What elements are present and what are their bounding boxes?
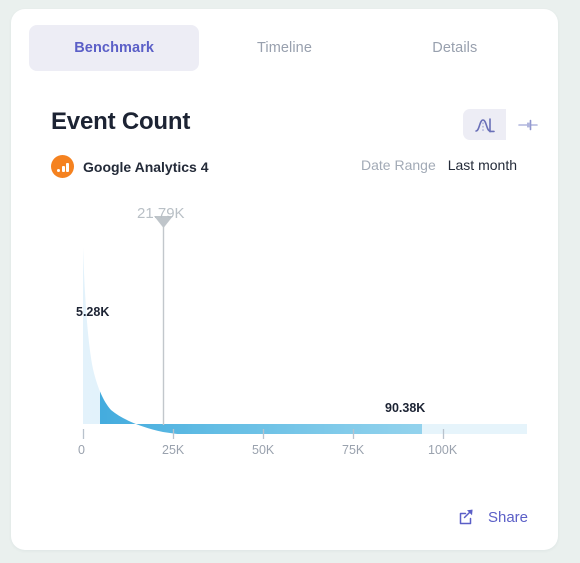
share-label: Share — [487, 509, 528, 526]
benchmark-card: Benchmark Timeline Details Event Count G… — [11, 9, 558, 550]
tab-timeline[interactable]: Timeline — [199, 25, 369, 71]
tab-bar: Benchmark Timeline Details — [29, 25, 540, 71]
google-analytics-icon — [51, 155, 74, 178]
page-title: Event Count — [51, 108, 191, 135]
share-icon — [459, 509, 473, 525]
distribution-curve-icon — [474, 117, 495, 132]
view-toggle-group — [463, 109, 549, 140]
axis-tick-100k: 100K — [428, 443, 458, 457]
chart-area-lower-tail — [83, 247, 100, 424]
tab-details[interactable]: Details — [370, 25, 540, 71]
axis-tick-25k: 25K — [162, 443, 185, 457]
toggle-boxplot-view[interactable] — [506, 109, 549, 140]
toggle-distribution-view[interactable] — [463, 109, 506, 140]
box-plot-icon — [517, 119, 538, 130]
share-button[interactable]: Share — [458, 508, 528, 527]
tab-benchmark[interactable]: Benchmark — [29, 25, 200, 71]
upper-bound-label: 90.38K — [385, 401, 426, 415]
date-range-label: Date Range — [361, 157, 436, 173]
axis-tick-0: 0 — [78, 443, 85, 457]
axis-tick-50k: 50K — [252, 443, 275, 457]
lower-bound-label: 5.28K — [76, 305, 110, 319]
percentile-marker-label: 21.79K — [137, 205, 185, 222]
tab-details-label: Details — [432, 40, 478, 56]
tab-timeline-label: Timeline — [256, 40, 313, 56]
distribution-chart: 0 25K 50K 75K 100K — [11, 194, 558, 469]
date-range: Date Range Last month — [361, 157, 517, 173]
chart-area-upper-tail — [422, 424, 527, 434]
date-range-value[interactable]: Last month — [448, 157, 517, 173]
data-source: Google Analytics 4 — [51, 155, 209, 178]
chart-svg — [82, 216, 527, 439]
chart-area-highlight — [100, 391, 422, 434]
data-source-label: Google Analytics 4 — [83, 158, 209, 175]
axis-tick-75k: 75K — [342, 443, 365, 457]
tab-benchmark-label: Benchmark — [74, 40, 155, 56]
